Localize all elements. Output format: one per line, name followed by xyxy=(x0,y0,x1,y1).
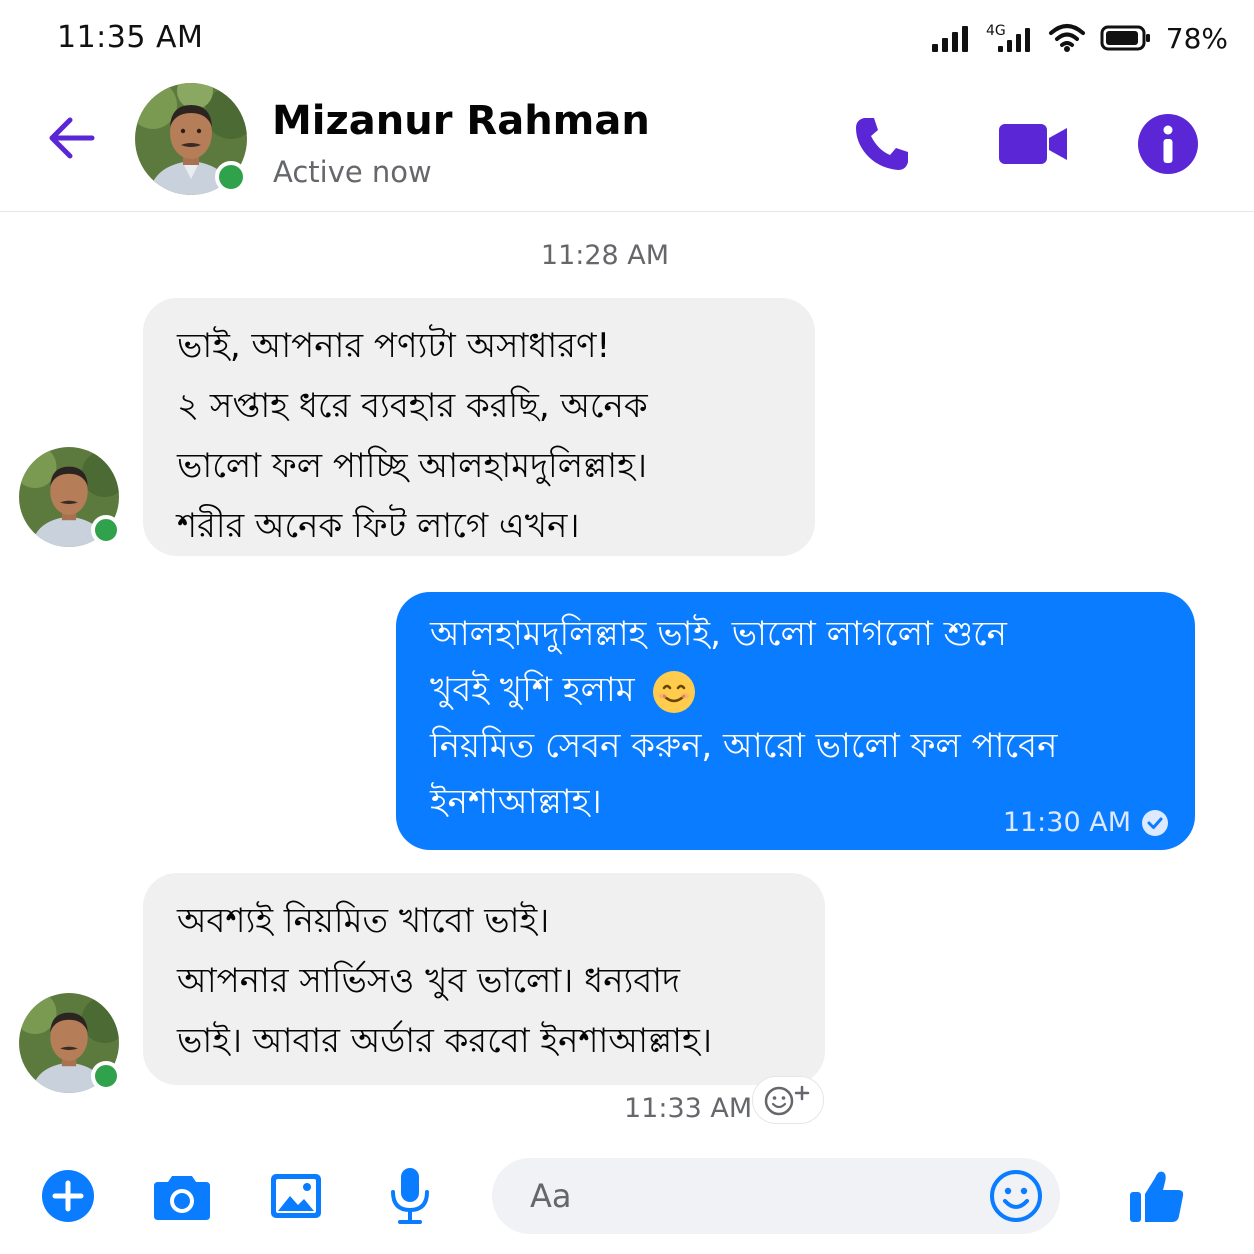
status-icons: 4G 78% xyxy=(931,18,1228,58)
contact-avatar[interactable] xyxy=(135,83,247,195)
status-bar: 11:35 AM 4G 78% xyxy=(0,0,1254,76)
message-bubble-incoming[interactable]: অবশ্যই নিয়মিত খাবো ভাই। আপনার সার্ভিসও … xyxy=(143,873,825,1085)
thumbs-up-icon xyxy=(1130,1171,1184,1222)
mobile-data-signal-icon: 4G xyxy=(986,23,1030,52)
battery-icon xyxy=(1100,25,1150,51)
message-text-line: শরীর অনেক ফিট লাগে এখন। xyxy=(177,506,580,546)
message-bubble-incoming[interactable]: ভাই, আপনার পণ্যটা অসাধারণ! ২ সপ্তাহ ধরে … xyxy=(143,298,815,556)
sender-avatar[interactable] xyxy=(19,993,121,1093)
online-indicator xyxy=(91,1061,121,1091)
message-text-line: ভাই, আপনার পণ্যটা অসাধারণ! xyxy=(177,326,611,366)
smiling-face-emoji-icon xyxy=(653,670,696,713)
add-reaction-button[interactable] xyxy=(752,1076,824,1124)
signal-icon xyxy=(931,26,968,52)
network-type-label: 4G xyxy=(986,23,1006,39)
microphone-icon xyxy=(391,1168,429,1224)
message-text-line: ২ সপ্তাহ ধরে ব্যবহার করছি, অনেক xyxy=(177,386,648,426)
message-text-line: ভালো ফল পাচ্ছি আলহামদুলিল্লাহ। xyxy=(177,446,648,486)
arrow-left-icon xyxy=(49,117,95,159)
conversation-info-button[interactable] xyxy=(1132,108,1204,180)
message-composer xyxy=(0,1150,1254,1254)
phone-icon xyxy=(856,118,908,170)
message-text-line: নিয়মিত সেবন করুন, আরো ভালো ফল পাবেন xyxy=(430,726,1058,766)
voice-clip-button[interactable] xyxy=(378,1164,442,1228)
message-text-line: আলহামদুলিল্লাহ ভাই, ভালো লাগলো শুনে xyxy=(430,614,1007,654)
info-icon xyxy=(1138,114,1198,174)
back-button[interactable] xyxy=(42,110,98,166)
message-text-line: অবশ্যই নিয়মিত খাবো ভাই। xyxy=(177,901,550,941)
message-text: খুবই খুশি হলাম xyxy=(430,670,635,710)
image-icon xyxy=(271,1174,321,1218)
gallery-button[interactable] xyxy=(264,1164,328,1228)
emoji-icon xyxy=(990,1170,1042,1222)
conversation-header: Mizanur Rahman Active now xyxy=(0,76,1254,212)
camera-button[interactable] xyxy=(150,1164,214,1228)
camera-icon xyxy=(154,1176,210,1220)
video-call-button[interactable] xyxy=(997,108,1069,180)
status-time: 11:35 AM xyxy=(57,20,204,55)
online-indicator xyxy=(215,161,247,193)
add-reaction-icon xyxy=(764,1085,810,1116)
audio-call-button[interactable] xyxy=(846,108,918,180)
contact-name[interactable]: Mizanur Rahman xyxy=(272,98,650,144)
message-text-line: আপনার সার্ভিসও খুব ভালো। ধন্যবাদ xyxy=(177,961,681,1001)
contact-status: Active now xyxy=(273,155,432,189)
battery-percentage: 78% xyxy=(1165,21,1228,55)
sender-avatar[interactable] xyxy=(19,447,121,547)
more-actions-button[interactable] xyxy=(36,1164,100,1228)
check-circle-icon xyxy=(1142,810,1168,836)
message-time: 11:30 AM xyxy=(1002,807,1131,838)
timestamp-separator: 11:28 AM xyxy=(540,240,670,271)
emoji-button[interactable] xyxy=(988,1168,1044,1224)
message-bubble-outgoing[interactable]: আলহামদুলিল্লাহ ভাই, ভালো লাগলো শুনে খুবই… xyxy=(396,592,1195,850)
plus-circle-icon xyxy=(42,1170,94,1222)
message-time: 11:33 AM xyxy=(624,1093,753,1124)
video-camera-icon xyxy=(999,124,1067,164)
message-text-line-with-emoji: খুবই খুশি হলাম xyxy=(430,662,1161,718)
like-button[interactable] xyxy=(1124,1164,1188,1228)
message-input[interactable] xyxy=(530,1158,970,1234)
wifi-icon xyxy=(1048,24,1085,52)
message-meta: 11:30 AM xyxy=(1003,808,1169,838)
message-text-line: ভাই। আবার অর্ডার করবো ইনশাআল্লাহ। xyxy=(177,1021,713,1061)
online-indicator xyxy=(91,515,121,545)
message-input-container xyxy=(492,1158,1060,1234)
